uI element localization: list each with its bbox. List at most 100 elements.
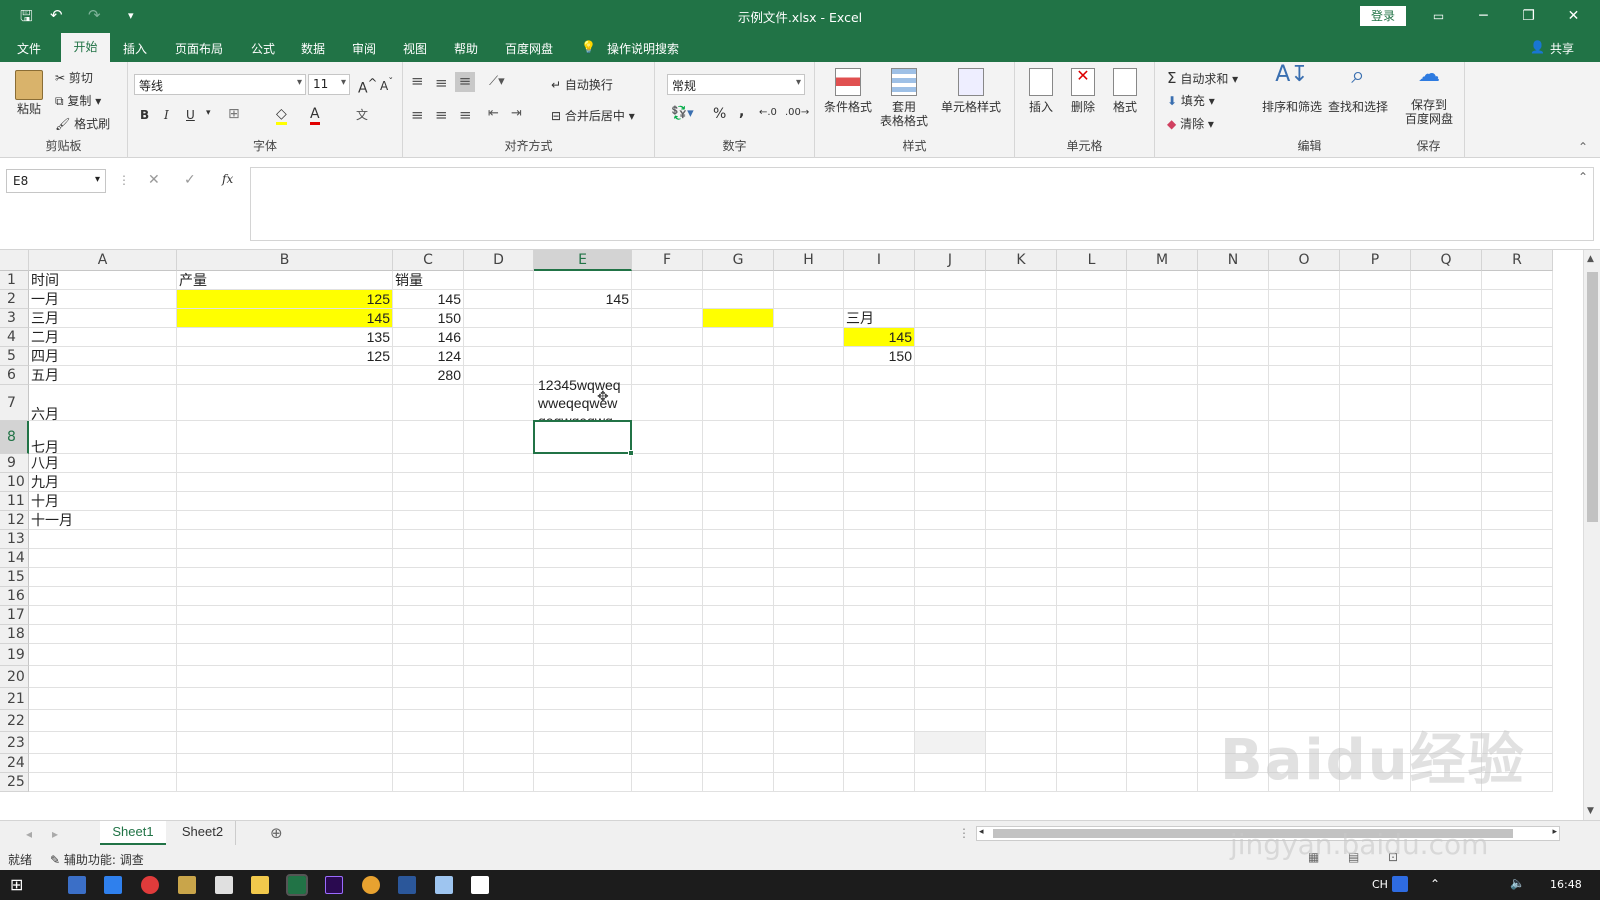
cell-h6[interactable] bbox=[774, 366, 844, 385]
column-header-o[interactable]: O bbox=[1269, 250, 1340, 271]
cell-l25[interactable] bbox=[1057, 773, 1127, 792]
cell-m11[interactable] bbox=[1127, 492, 1198, 511]
cell-c12[interactable] bbox=[393, 511, 464, 530]
align-bottom-icon[interactable]: ≡ bbox=[455, 72, 475, 92]
row-header-18[interactable]: 18 bbox=[0, 625, 29, 644]
column-header-b[interactable]: B bbox=[177, 250, 393, 271]
paste-button[interactable]: 粘贴 bbox=[10, 70, 48, 116]
cell-j16[interactable] bbox=[915, 587, 986, 606]
cell-q3[interactable] bbox=[1411, 309, 1482, 328]
cell-n20[interactable] bbox=[1198, 666, 1269, 688]
row-header-10[interactable]: 10 bbox=[0, 473, 29, 492]
align-center-icon[interactable]: ≡ bbox=[435, 106, 448, 124]
cell-c13[interactable] bbox=[393, 530, 464, 549]
row-header-19[interactable]: 19 bbox=[0, 644, 29, 666]
cell-g7[interactable] bbox=[703, 385, 774, 421]
next-sheet-icon[interactable]: ▸ bbox=[52, 827, 58, 841]
cell-m15[interactable] bbox=[1127, 568, 1198, 587]
cell-a2[interactable]: 一月 bbox=[29, 290, 177, 309]
row-header-11[interactable]: 11 bbox=[0, 492, 29, 511]
insert-cells-button[interactable]: 插入 bbox=[1021, 68, 1061, 114]
cell-o10[interactable] bbox=[1269, 473, 1340, 492]
vertical-scrollbar[interactable]: ▲ ▼ bbox=[1583, 250, 1600, 820]
row-header-2[interactable]: 2 bbox=[0, 290, 29, 309]
cell-g11[interactable] bbox=[703, 492, 774, 511]
cell-h18[interactable] bbox=[774, 625, 844, 644]
cell-j2[interactable] bbox=[915, 290, 986, 309]
tab-insert[interactable]: 插入 bbox=[123, 40, 147, 57]
cell-n8[interactable] bbox=[1198, 421, 1269, 454]
cell-o15[interactable] bbox=[1269, 568, 1340, 587]
underline-button[interactable]: U bbox=[186, 108, 195, 122]
column-header-q[interactable]: Q bbox=[1411, 250, 1482, 271]
cell-n2[interactable] bbox=[1198, 290, 1269, 309]
cell-h20[interactable] bbox=[774, 666, 844, 688]
premiere-icon[interactable] bbox=[325, 876, 343, 894]
cell-l23[interactable] bbox=[1057, 732, 1127, 754]
cell-k23[interactable] bbox=[986, 732, 1057, 754]
row-header-4[interactable]: 4 bbox=[0, 328, 29, 347]
tray-chevron-icon[interactable]: ⌃ bbox=[1430, 877, 1440, 891]
cell-q7[interactable] bbox=[1411, 385, 1482, 421]
cell-m22[interactable] bbox=[1127, 710, 1198, 732]
cell-o6[interactable] bbox=[1269, 366, 1340, 385]
cell-m4[interactable] bbox=[1127, 328, 1198, 347]
cell-r3[interactable] bbox=[1482, 309, 1553, 328]
row-header-25[interactable]: 25 bbox=[0, 773, 29, 792]
cell-c22[interactable] bbox=[393, 710, 464, 732]
cell-e2[interactable]: 145 bbox=[534, 290, 632, 309]
tab-review[interactable]: 审阅 bbox=[352, 40, 376, 57]
cell-o17[interactable] bbox=[1269, 606, 1340, 625]
align-right-icon[interactable]: ≡ bbox=[459, 106, 472, 124]
column-header-k[interactable]: K bbox=[986, 250, 1057, 271]
cell-c18[interactable] bbox=[393, 625, 464, 644]
column-header-f[interactable]: F bbox=[632, 250, 703, 271]
cell-e11[interactable] bbox=[534, 492, 632, 511]
cell-h10[interactable] bbox=[774, 473, 844, 492]
cell-q10[interactable] bbox=[1411, 473, 1482, 492]
cell-n4[interactable] bbox=[1198, 328, 1269, 347]
cell-o11[interactable] bbox=[1269, 492, 1340, 511]
cell-r20[interactable] bbox=[1482, 666, 1553, 688]
cell-i25[interactable] bbox=[844, 773, 915, 792]
cell-j11[interactable] bbox=[915, 492, 986, 511]
cell-c14[interactable] bbox=[393, 549, 464, 568]
cell-e22[interactable] bbox=[534, 710, 632, 732]
cell-k15[interactable] bbox=[986, 568, 1057, 587]
cell-i17[interactable] bbox=[844, 606, 915, 625]
cell-h11[interactable] bbox=[774, 492, 844, 511]
underline-dropdown-icon[interactable]: ▾ bbox=[206, 108, 211, 118]
cell-r8[interactable] bbox=[1482, 421, 1553, 454]
cell-p14[interactable] bbox=[1340, 549, 1411, 568]
cell-m3[interactable] bbox=[1127, 309, 1198, 328]
cell-e10[interactable] bbox=[534, 473, 632, 492]
share-button[interactable]: 共享 bbox=[1550, 40, 1574, 57]
font-color-icon[interactable]: A bbox=[310, 106, 320, 125]
column-header-j[interactable]: J bbox=[915, 250, 986, 271]
scroll-right-icon[interactable]: ▸ bbox=[1552, 827, 1557, 837]
cell-i11[interactable] bbox=[844, 492, 915, 511]
cell-e14[interactable] bbox=[534, 549, 632, 568]
cell-l7[interactable] bbox=[1057, 385, 1127, 421]
cell-h14[interactable] bbox=[774, 549, 844, 568]
cell-i9[interactable] bbox=[844, 454, 915, 473]
cell-h12[interactable] bbox=[774, 511, 844, 530]
cell-q13[interactable] bbox=[1411, 530, 1482, 549]
cell-l5[interactable] bbox=[1057, 347, 1127, 366]
cell-p1[interactable] bbox=[1340, 271, 1411, 290]
cell-e19[interactable] bbox=[534, 644, 632, 666]
cell-d7[interactable] bbox=[464, 385, 534, 421]
cell-h5[interactable] bbox=[774, 347, 844, 366]
cell-f16[interactable] bbox=[632, 587, 703, 606]
cell-r11[interactable] bbox=[1482, 492, 1553, 511]
cell-d13[interactable] bbox=[464, 530, 534, 549]
volume-icon[interactable]: 🔈 bbox=[1510, 876, 1525, 890]
cell-d12[interactable] bbox=[464, 511, 534, 530]
cell-o19[interactable] bbox=[1269, 644, 1340, 666]
cell-p13[interactable] bbox=[1340, 530, 1411, 549]
bold-button[interactable]: B bbox=[140, 108, 149, 122]
cell-a7[interactable]: 六月 bbox=[29, 385, 177, 422]
cell-a14[interactable] bbox=[29, 549, 177, 568]
cell-e25[interactable] bbox=[534, 773, 632, 792]
cell-b7[interactable] bbox=[177, 385, 393, 421]
